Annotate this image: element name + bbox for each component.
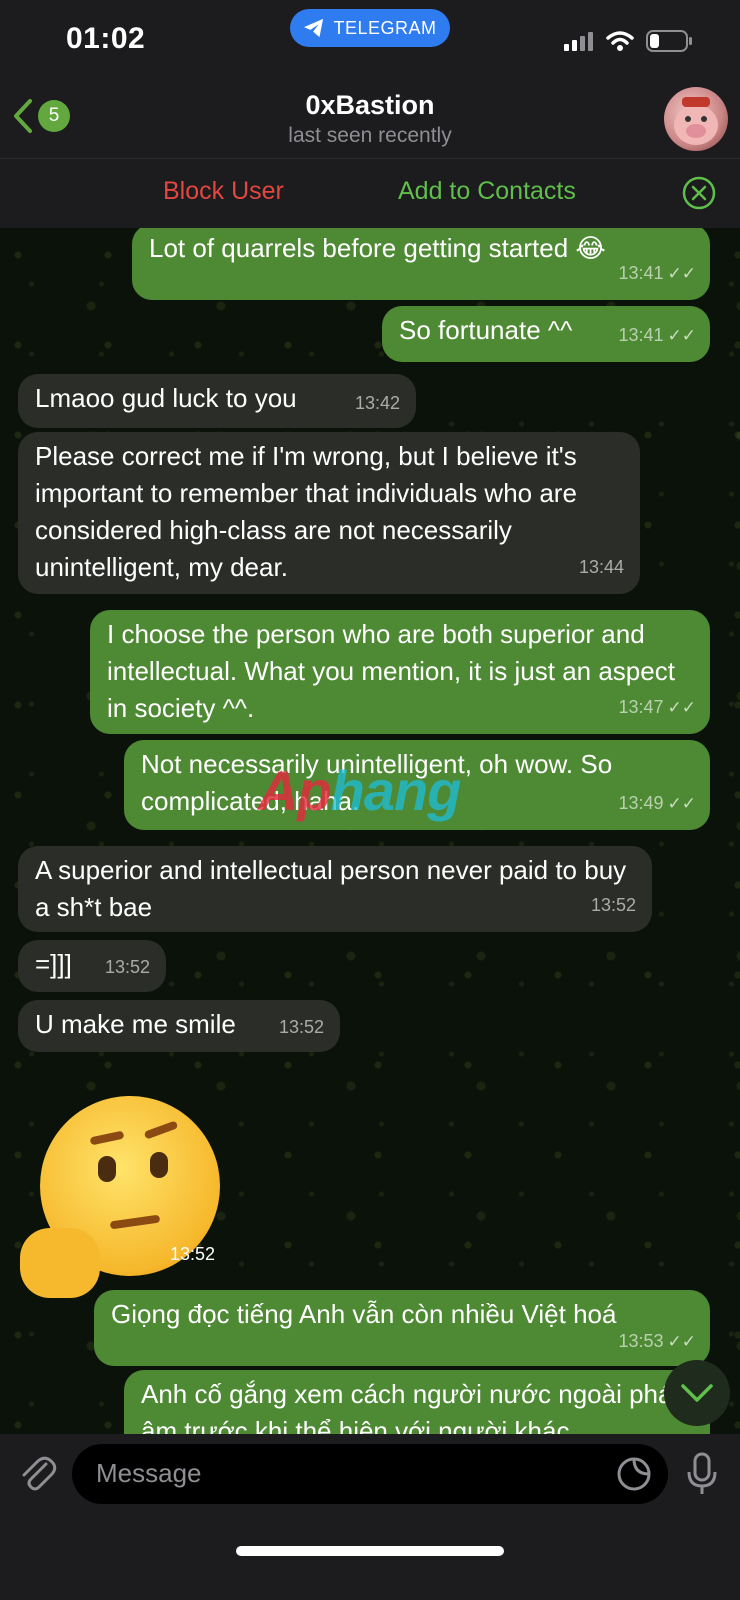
message-text: Giọng đọc tiếng Anh vẫn còn nhiều Việt h… bbox=[111, 1299, 617, 1329]
message-composer: Message bbox=[0, 1434, 740, 1600]
message-bubble-outgoing[interactable]: Lot of quarrels before getting started 😂… bbox=[132, 228, 710, 300]
double-check-icon: ✓✓ bbox=[667, 698, 697, 717]
pig-avatar-image bbox=[674, 97, 718, 145]
message-bubble-incoming[interactable]: Please correct me if I'm wrong, but I be… bbox=[18, 432, 640, 594]
home-indicator bbox=[236, 1546, 504, 1556]
sticker-icon[interactable] bbox=[616, 1456, 652, 1492]
status-time: 01:02 bbox=[66, 22, 146, 55]
avatar[interactable] bbox=[664, 87, 728, 151]
block-user-button[interactable]: Block User bbox=[163, 177, 284, 206]
message-time: 13:52 bbox=[170, 1244, 216, 1264]
scroll-down-button[interactable] bbox=[664, 1360, 730, 1426]
message-time: 13:41 bbox=[618, 263, 664, 283]
message-bubble-outgoing[interactable]: I choose the person who are both superio… bbox=[90, 610, 710, 734]
message-text: I choose the person who are both superio… bbox=[107, 619, 675, 723]
message-time: 13:42 bbox=[354, 393, 400, 413]
message-time: 13:52 bbox=[590, 895, 636, 915]
message-time: 13:53 bbox=[618, 1331, 664, 1351]
message-text: Lot of quarrels before getting started 😂 bbox=[149, 233, 606, 263]
message-bubble-incoming[interactable]: =]]] 13:52 bbox=[18, 940, 166, 992]
message-bubble-outgoing[interactable]: So fortunate ^^ 13:41 ✓✓ bbox=[382, 306, 710, 362]
message-time: 13:47 bbox=[618, 697, 664, 717]
double-check-icon: ✓✓ bbox=[667, 1332, 697, 1351]
chat-title[interactable]: 0xBastion bbox=[0, 90, 740, 121]
message-time: 13:49 bbox=[618, 793, 664, 813]
add-to-contacts-button[interactable]: Add to Contacts bbox=[398, 177, 576, 206]
close-icon[interactable] bbox=[682, 176, 716, 210]
message-time: 13:41 bbox=[618, 325, 664, 345]
message-bubble-incoming[interactable]: Lmaoo gud luck to you 13:42 bbox=[18, 374, 416, 428]
message-text: Lmaoo gud luck to you bbox=[35, 383, 297, 413]
message-text: A superior and intellectual person never… bbox=[35, 855, 627, 922]
signal-icon bbox=[564, 32, 593, 51]
message-input-placeholder: Message bbox=[96, 1458, 202, 1488]
message-text: Please correct me if I'm wrong, but I be… bbox=[35, 441, 577, 582]
telegram-pill-label: TELEGRAM bbox=[333, 17, 437, 38]
hand-part bbox=[20, 1228, 100, 1298]
status-bar: 01:02 TELEGRAM bbox=[0, 0, 740, 80]
chat-header: 5 0xBastion last seen recently bbox=[0, 80, 740, 158]
chevron-down-icon bbox=[681, 1384, 713, 1402]
message-time: 13:52 bbox=[278, 1017, 324, 1037]
unknown-contact-action-bar: Block User Add to Contacts bbox=[0, 158, 740, 228]
message-bubble-incoming[interactable]: A superior and intellectual person never… bbox=[18, 846, 652, 932]
status-icons bbox=[564, 30, 692, 52]
telegram-app-pill[interactable]: TELEGRAM bbox=[290, 9, 450, 47]
paperclip-icon[interactable] bbox=[18, 1454, 58, 1494]
message-bubble-outgoing[interactable]: Giọng đọc tiếng Anh vẫn còn nhiều Việt h… bbox=[94, 1290, 710, 1366]
message-time: 13:44 bbox=[578, 557, 624, 577]
double-check-icon: ✓✓ bbox=[667, 264, 697, 283]
telegram-plane-icon bbox=[304, 18, 324, 38]
battery-icon bbox=[646, 30, 692, 52]
watermark: Aphang bbox=[258, 759, 461, 822]
message-bubble-incoming[interactable]: U make me smile 13:52 bbox=[18, 1000, 340, 1052]
double-check-icon: ✓✓ bbox=[667, 326, 697, 345]
message-time: 13:52 bbox=[104, 957, 150, 977]
microphone-icon[interactable] bbox=[686, 1452, 718, 1496]
message-list[interactable]: Lot of quarrels before getting started 😂… bbox=[0, 228, 740, 1464]
message-input[interactable]: Message bbox=[72, 1444, 668, 1504]
double-check-icon: ✓✓ bbox=[667, 794, 697, 813]
chat-subtitle: last seen recently bbox=[288, 124, 452, 147]
wifi-icon bbox=[606, 31, 634, 51]
